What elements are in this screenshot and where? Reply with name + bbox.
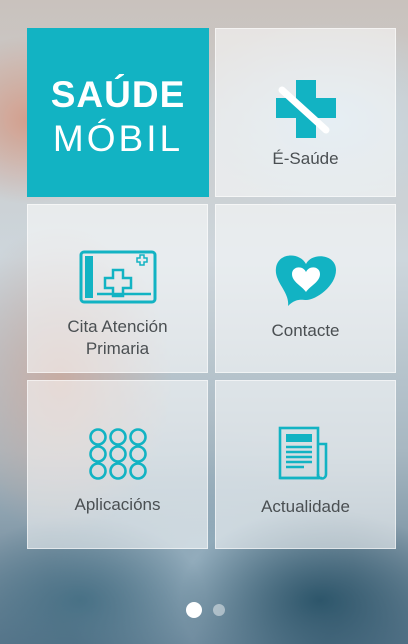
tile-aplicacions[interactable]: Aplicacións — [27, 380, 208, 549]
newspaper-icon — [278, 426, 334, 484]
heart-speech-bubble-icon — [272, 250, 340, 308]
tile-cita-label: Cita Atención Primaria — [67, 317, 168, 358]
medical-cross-icon — [275, 80, 336, 138]
tile-e-saude-label: É-Saúde — [272, 149, 339, 168]
page-dot-active[interactable] — [186, 602, 202, 618]
app-logo-tile: SAÚDE MÓBIL — [27, 28, 209, 197]
logo-line-1: SAÚDE — [50, 74, 186, 115]
tile-contacte[interactable]: Contacte — [215, 204, 396, 373]
tile-cita-atencion-primaria[interactable]: Cita Atención Primaria — [27, 204, 208, 373]
page-indicator — [186, 602, 225, 618]
tile-actualidade-label: Actualidade — [261, 497, 350, 516]
tile-aplicacions-label: Aplicacións — [74, 495, 161, 514]
tile-e-saude[interactable]: É-Saúde — [215, 28, 396, 197]
tile-actualidade[interactable]: Actualidade — [215, 380, 396, 549]
logo-line-2: MÓBIL — [52, 118, 184, 159]
health-card-icon — [79, 250, 157, 304]
tile-contacte-label: Contacte — [271, 321, 340, 340]
apps-grid-icon — [88, 428, 148, 480]
page-dot-inactive[interactable] — [213, 604, 225, 616]
